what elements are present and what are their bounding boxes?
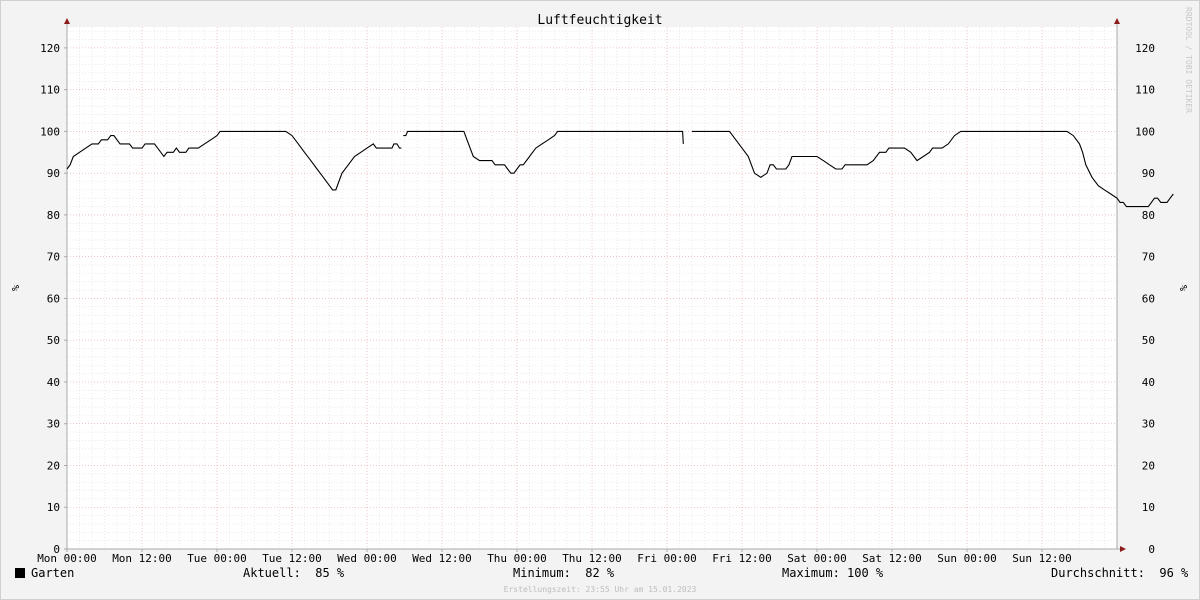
y-tick-label-right: 70 (1142, 251, 1155, 264)
x-axis-arrow (1120, 546, 1126, 552)
legend-series: Garten (15, 566, 74, 580)
y-tick-label-right: 60 (1142, 292, 1155, 305)
y-tick-label: 50 (47, 334, 60, 347)
minimum-label: Minimum: (513, 566, 571, 580)
x-tick-label: Thu 00:00 (487, 552, 547, 565)
legend-maximum: Maximum: 100 % (782, 566, 883, 580)
y-tick-label: 10 (47, 501, 60, 514)
x-tick-labels: Mon 00:00 Mon 12:00 Tue 00:00 Tue 12:00 Wed … (37, 552, 1072, 565)
y-tick-label: 100 (40, 125, 60, 138)
y-tick-label: 120 (40, 42, 60, 55)
y-tick-label-right: 90 (1142, 167, 1155, 180)
y-tick-label-right: 10 (1142, 501, 1155, 514)
legend-swatch (15, 568, 25, 578)
x-tick-label: Sat 12:00 (862, 552, 922, 565)
x-tick-label: Mon 12:00 (112, 552, 172, 565)
humidity-chart: 0 10 20 30 40 50 60 70 80 90 100 110 120 0 10 20 30 40 50… (9, 7, 1193, 565)
y-axis-arrow (64, 18, 70, 24)
average-label: Durchschnitt: (1051, 566, 1145, 580)
y-tick-label: 70 (47, 251, 60, 264)
creation-timestamp: Erstellungszeit: 23:55 Uhr am 15.01.2023 (503, 585, 697, 594)
y-tick-label: 20 (47, 459, 60, 472)
chart-title: Luftfeuchtigkeit (537, 13, 662, 28)
y-tick-label-right: 80 (1142, 209, 1155, 222)
x-tick-label: Sun 00:00 (937, 552, 997, 565)
x-tick-label: Wed 00:00 (337, 552, 397, 565)
maximum-value: 100 % (847, 566, 884, 580)
y-tick-label-right: 20 (1142, 459, 1155, 472)
y-tick-label: 30 (47, 418, 60, 431)
average-value: 96 % (1159, 566, 1189, 580)
legend-series-name: Garten (31, 566, 75, 580)
current-label: Aktuell: (243, 566, 301, 580)
y-tick-label: 90 (47, 167, 60, 180)
x-tick-label: Sun 12:00 (1012, 552, 1072, 565)
x-tick-label: Sat 00:00 (787, 552, 847, 565)
y-tick-label: 80 (47, 209, 60, 222)
x-tick-label: Fri 00:00 (637, 552, 697, 565)
y-tick-label-right: 0 (1148, 543, 1155, 556)
y-tick-label-right: 100 (1135, 125, 1155, 138)
minimum-value: 82 % (585, 566, 615, 580)
y-tick-label: 40 (47, 376, 60, 389)
y-tick-labels-left: 0102030405060708090100110120 (40, 42, 60, 556)
x-tick-label: Tue 12:00 (262, 552, 322, 565)
y-tick-label-right: 120 (1135, 42, 1155, 55)
y-axis-arrow-right (1114, 18, 1120, 24)
current-value: 85 % (315, 566, 345, 580)
y-tick-label-right: 40 (1142, 376, 1155, 389)
y-tick-label-right: 110 (1135, 84, 1155, 97)
y-tick-label-right: 30 (1142, 418, 1155, 431)
legend-minimum: Minimum: 82 % (513, 566, 614, 580)
y-tick-label-right: 50 (1142, 334, 1155, 347)
x-tick-label: Wed 12:00 (412, 552, 472, 565)
x-tick-label: Fri 12:00 (712, 552, 772, 565)
x-tick-label: Mon 00:00 (37, 552, 97, 565)
rrdtool-watermark: RRDTOOL / TOBI OETIKER (1184, 7, 1193, 113)
x-tick-label: Thu 12:00 (562, 552, 622, 565)
legend-current: Aktuell: 85 % (243, 566, 344, 580)
y-tick-labels-right: 0 10 20 30 40 50 60 70 80 90 100 110 120 (1135, 42, 1155, 556)
y-tick-label: 110 (40, 84, 60, 97)
legend-average: Durchschnitt: 96 % (1051, 566, 1188, 580)
x-tick-label: Tue 00:00 (187, 552, 247, 565)
maximum-label: Maximum: (782, 566, 840, 580)
y-axis-label-left: % (9, 285, 20, 291)
y-axis-label-right: % (1177, 285, 1188, 291)
y-tick-label: 60 (47, 292, 60, 305)
